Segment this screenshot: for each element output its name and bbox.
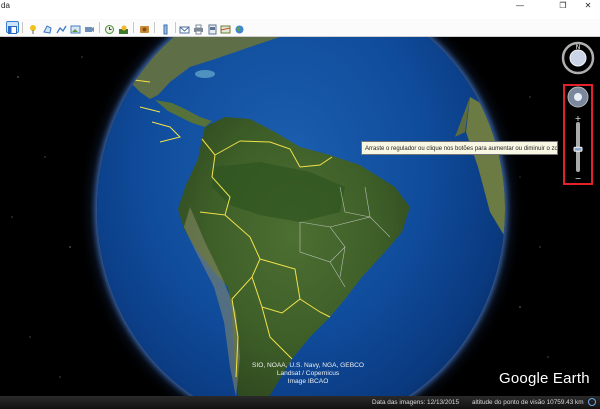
historical-imagery-button[interactable] <box>104 22 115 34</box>
planet-icon <box>140 26 149 33</box>
close-button[interactable]: ✕ <box>574 0 600 12</box>
record-tour-button[interactable] <box>84 22 95 33</box>
sunlight-button[interactable] <box>118 22 129 34</box>
path-icon <box>56 25 67 34</box>
ruler-button[interactable] <box>160 22 171 35</box>
email-button[interactable] <box>179 22 190 34</box>
print-button[interactable] <box>193 22 204 35</box>
map-icon <box>220 25 231 34</box>
toolbar-separator <box>133 22 134 33</box>
toolbar <box>0 19 600 37</box>
add-path-button[interactable] <box>56 22 67 34</box>
image-overlay-icon <box>70 25 81 34</box>
sunlight-icon <box>119 25 128 34</box>
caribbean-shallows <box>195 70 215 78</box>
imagery-credits: SIO, NOAA, U.S. Navy, NGA, GEBCO Landsat… <box>238 362 378 386</box>
svg-text:N: N <box>576 44 581 51</box>
credit-line: SIO, NOAA, U.S. Navy, NGA, GEBCO <box>252 362 364 369</box>
highlight-box <box>563 84 593 185</box>
menu-bar <box>0 12 600 19</box>
minimize-button[interactable]: — <box>506 0 534 12</box>
google-earth-logo: Google Earth <box>499 370 590 387</box>
streaming-icon <box>588 398 596 406</box>
toolbar-separator <box>99 22 100 33</box>
toolbar-separator <box>175 22 176 33</box>
continent-overlay <box>100 37 505 409</box>
eye-altitude: altitude do ponto de visão 10759.43 km <box>472 399 584 406</box>
globe-icon <box>235 25 244 34</box>
status-bar: Data das imagens: 12/13/2015 altitude do… <box>0 396 600 409</box>
earth-gallery-button[interactable] <box>234 22 245 34</box>
imagery-date: Data das imagens: 12/13/2015 <box>372 399 460 406</box>
title-bar: da — ❐ ✕ <box>0 0 600 12</box>
ruler-icon <box>163 24 168 35</box>
sidebar-toggle-button[interactable] <box>6 21 19 34</box>
central-america-landmass <box>155 100 212 127</box>
look-joystick[interactable]: N <box>560 40 596 76</box>
switch-planet-button[interactable] <box>139 22 150 33</box>
pushpin-icon <box>30 25 36 34</box>
earth-3d-view[interactable]: N + − Arraste o regulador ou clique nos … <box>0 37 600 409</box>
credit-line: Image IBCAO <box>287 378 329 385</box>
north-america-landmass <box>100 37 280 99</box>
save-image-button[interactable] <box>207 22 218 35</box>
view-in-maps-button[interactable] <box>220 22 231 34</box>
add-placemark-button[interactable] <box>28 22 39 34</box>
save-image-icon <box>208 24 217 35</box>
window-title: da <box>1 1 10 10</box>
toolbar-separator <box>154 22 155 33</box>
clock-icon <box>105 25 114 34</box>
printer-icon <box>194 24 203 35</box>
zoom-tooltip: Arraste o regulador ou clique nos botões… <box>361 141 558 155</box>
credit-line: Landsat / Copernicus <box>276 370 340 377</box>
envelope-icon <box>179 26 190 34</box>
image-overlay-button[interactable] <box>70 22 81 34</box>
toolbar-separator <box>22 22 23 33</box>
add-polygon-button[interactable] <box>42 22 53 34</box>
maximize-button[interactable]: ❐ <box>549 0 577 12</box>
africa-landmass <box>466 97 505 237</box>
camera-icon <box>85 27 94 32</box>
polygon-icon <box>43 25 52 34</box>
sidebar-icon <box>8 26 17 34</box>
